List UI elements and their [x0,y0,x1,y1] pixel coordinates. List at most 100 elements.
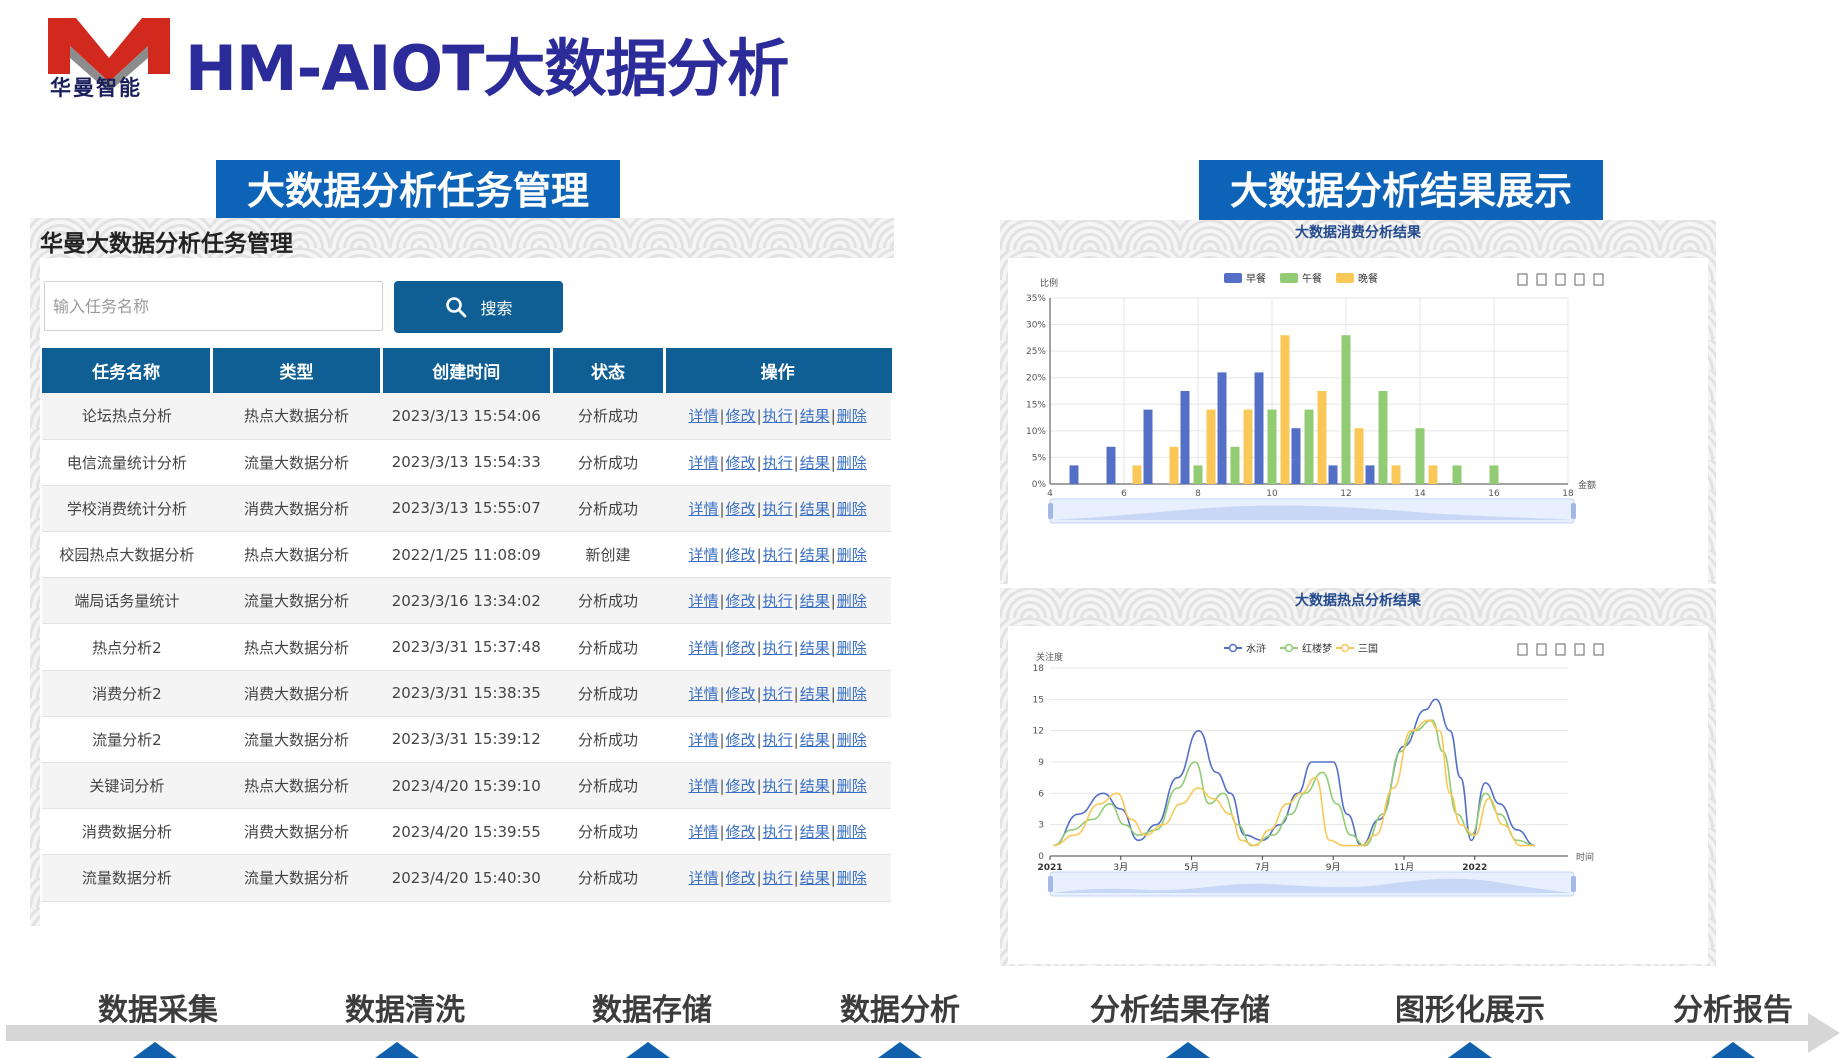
result-link[interactable]: 结果 [800,777,830,795]
flow-step-marker-icon [1711,1042,1755,1058]
edit-link[interactable]: 修改 [726,500,756,518]
legend-label: 三国 [1358,643,1378,655]
task-time-cell: 2023/4/20 15:39:55 [381,808,552,856]
detail-link[interactable]: 详情 [688,823,718,841]
result-link[interactable]: 结果 [800,592,830,610]
result-link[interactable]: 结果 [800,546,830,564]
table-header-row: 任务名称 类型 创建时间 状态 操作 [42,348,892,393]
table-row: 热点分析2 热点大数据分析 2023/3/31 15:37:48 分析成功 详情|修改|… [42,623,891,671]
task-status-cell: 分析成功 [551,485,665,533]
execute-link[interactable]: 执行 [763,407,793,425]
execute-link[interactable]: 执行 [763,731,793,749]
execute-link[interactable]: 执行 [763,639,793,657]
delete-link[interactable]: 删除 [837,731,867,749]
y-tick-label: 20% [1026,374,1046,384]
action-separator: | [793,453,799,472]
edit-link[interactable]: 修改 [726,685,756,703]
hotspot-chart-title: 大数据热点分析结果 [1295,593,1421,609]
delete-link[interactable]: 删除 [837,592,867,610]
detail-link[interactable]: 详情 [688,869,718,887]
result-link[interactable]: 结果 [800,407,830,425]
delete-link[interactable]: 删除 [837,454,867,472]
result-link[interactable]: 结果 [800,823,830,841]
x-axis-label: 时间 [1576,851,1594,863]
consumption-chart-title: 大数据消费分析结果 [1295,225,1421,241]
action-separator: | [719,638,725,657]
search-button-label: 搜索 [480,299,513,318]
delete-link[interactable]: 删除 [837,500,867,518]
bar [1206,409,1216,484]
column-header-time: 创建时间 [381,348,553,393]
action-separator: | [719,499,725,518]
task-type-cell: 流量大数据分析 [211,577,382,625]
result-link[interactable]: 结果 [800,500,830,518]
edit-link[interactable]: 修改 [726,407,756,425]
delete-link[interactable]: 删除 [837,546,867,564]
y-tick-label: 9 [1038,758,1044,768]
task-time-cell: 2023/3/31 15:38:35 [381,670,552,717]
edit-link[interactable]: 修改 [726,592,756,610]
edit-link[interactable]: 修改 [726,777,756,795]
stack-icon [1555,273,1566,286]
delete-link[interactable]: 删除 [837,777,867,795]
table-row: 消费数据分析 消费大数据分析 2023/4/20 15:39:55 分析成功 详情|修改… [42,808,891,856]
task-name-cell: 关键词分析 [42,762,212,810]
action-separator: | [830,730,836,749]
y-tick-label: 15 [1033,695,1044,705]
edit-link[interactable]: 修改 [726,454,756,472]
action-separator: | [756,730,762,749]
task-actions-cell: 详情|修改|执行|结果|删除 [664,393,891,440]
task-actions-cell: 详情|修改|执行|结果|删除 [664,670,891,717]
search-icon [446,297,467,318]
task-name-cell: 校园热点大数据分析 [42,531,212,579]
result-link[interactable]: 结果 [800,731,830,749]
detail-link[interactable]: 详情 [688,731,718,749]
result-link[interactable]: 结果 [800,685,830,703]
action-separator: | [719,869,725,888]
execute-link[interactable]: 执行 [763,777,793,795]
search-button[interactable]: 搜索 [394,281,563,333]
delete-link[interactable]: 删除 [837,823,867,841]
detail-link[interactable]: 详情 [688,777,718,795]
detail-link[interactable]: 详情 [688,685,718,703]
delete-link[interactable]: 删除 [837,639,867,657]
execute-link[interactable]: 执行 [763,454,793,472]
edit-link[interactable]: 修改 [726,823,756,841]
y-tick-label: 10% [1026,427,1046,437]
edit-link[interactable]: 修改 [726,639,756,657]
detail-link[interactable]: 详情 [688,546,718,564]
task-search-input[interactable] [44,281,383,331]
detail-link[interactable]: 详情 [688,592,718,610]
execute-link[interactable]: 执行 [763,823,793,841]
task-time-cell: 2023/3/13 15:55:07 [381,485,552,533]
detail-link[interactable]: 详情 [688,407,718,425]
edit-link[interactable]: 修改 [726,546,756,564]
execute-link[interactable]: 执行 [763,685,793,703]
execute-link[interactable]: 执行 [763,869,793,887]
detail-link[interactable]: 详情 [688,454,718,472]
task-type-cell: 热点大数据分析 [211,762,382,810]
y-tick-label: 15% [1026,400,1046,410]
edit-link[interactable]: 修改 [726,869,756,887]
y-tick-label: 6 [1038,789,1044,799]
action-separator: | [719,407,725,426]
task-name-cell: 流量数据分析 [42,854,212,902]
execute-link[interactable]: 执行 [763,500,793,518]
task-type-cell: 流量大数据分析 [211,439,382,486]
detail-link[interactable]: 详情 [688,639,718,657]
result-link[interactable]: 结果 [800,454,830,472]
edit-link[interactable]: 修改 [726,731,756,749]
execute-link[interactable]: 执行 [763,592,793,610]
result-link[interactable]: 结果 [800,869,830,887]
result-link[interactable]: 结果 [800,639,830,657]
task-time-cell: 2023/3/13 15:54:33 [381,439,552,486]
detail-link[interactable]: 详情 [688,500,718,518]
task-type-cell: 热点大数据分析 [211,531,382,579]
column-header-name: 任务名称 [42,348,214,393]
delete-link[interactable]: 删除 [837,685,867,703]
task-name-cell: 端局话务量统计 [42,577,212,625]
bar [1354,428,1364,484]
delete-link[interactable]: 删除 [837,407,867,425]
delete-link[interactable]: 删除 [837,869,867,887]
execute-link[interactable]: 执行 [763,546,793,564]
